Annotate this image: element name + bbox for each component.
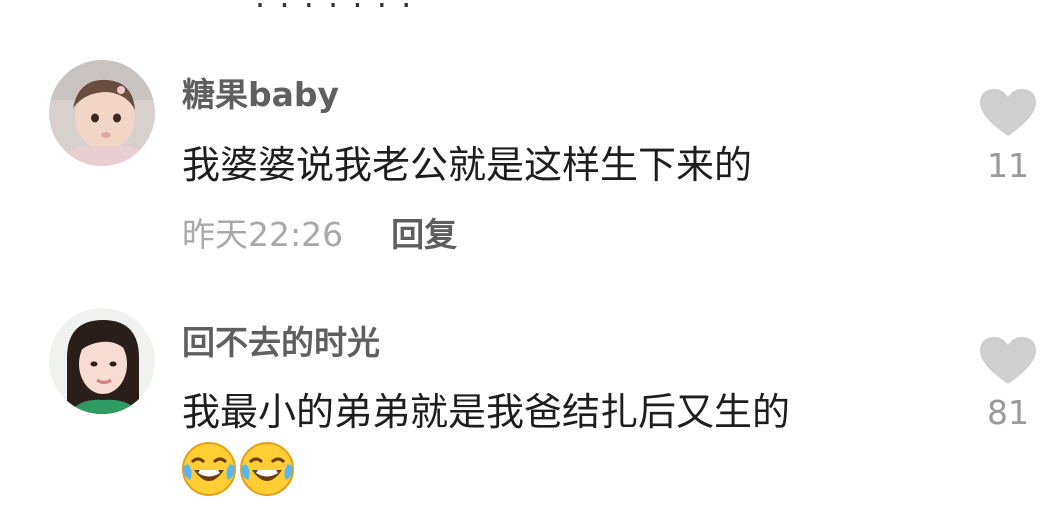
reply-button[interactable]: 回复 — [391, 215, 457, 254]
like-count: 81 — [987, 393, 1029, 432]
username[interactable]: 回不去的时光 — [182, 316, 380, 364]
previous-comment-cutoff: · · · · · · · — [255, 0, 414, 24]
user-avatar[interactable] — [49, 60, 155, 166]
like-button[interactable] — [978, 336, 1038, 386]
like-count: 11 — [987, 146, 1029, 185]
username[interactable]: 糖果baby — [182, 68, 339, 116]
emoji-row — [180, 440, 296, 502]
laughing-crying-emoji — [238, 440, 296, 498]
comment-text: 我婆婆说我老公就是这样生下来的 — [182, 143, 753, 187]
heart-icon — [980, 337, 1036, 384]
comment-time: 昨天22:26 — [182, 215, 344, 254]
comment-meta: 昨天22:26 回复 — [182, 208, 457, 256]
comment-text: 我最小的弟弟就是我爸结扎后又生的 — [182, 390, 791, 434]
user-avatar[interactable] — [49, 308, 155, 414]
baby-girl-avatar-icon — [49, 60, 155, 166]
laughing-crying-emoji — [180, 440, 238, 498]
heart-icon — [980, 89, 1036, 136]
like-button[interactable] — [978, 88, 1038, 138]
woman-avatar-icon — [49, 308, 155, 414]
